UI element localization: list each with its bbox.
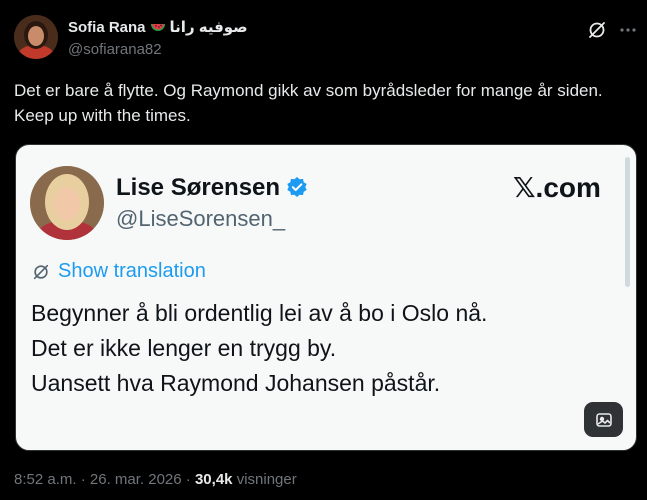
more-options-icon[interactable] (618, 20, 638, 40)
grok-image-icon (595, 412, 612, 427)
verified-badge-icon (286, 176, 308, 205)
embedded-avatar (30, 166, 104, 240)
embedded-tweet-text: Begynner å bli ordentlig lei av å bo i O… (31, 296, 621, 401)
post-date[interactable]: 26. mar. 2026 (90, 471, 182, 488)
views-label: visninger (236, 471, 297, 488)
post-meta: 8:52 a.m. · 26. mar. 2026 · 30,4k visnin… (14, 471, 297, 488)
meta-separator: · (185, 471, 191, 488)
embedded-name-row: Lise Sørensen (116, 174, 308, 205)
post-text: Det er bare å flytte. Og Raymond gikk av… (14, 81, 603, 125)
author-avatar[interactable] (14, 15, 58, 59)
views-count: 30,4k (194, 471, 233, 488)
embedded-name: Lise Sørensen (116, 174, 281, 201)
author-name-row[interactable]: Sofia Rana صوفيه رانا (68, 18, 248, 38)
embedded-line: Begynner å bli ordentlig lei av å bo i O… (31, 300, 488, 326)
meta-separator: · (80, 471, 86, 488)
author-name-arabic: صوفيه رانا (169, 19, 248, 36)
embedded-line: Uansett hva Raymond Johansen påstår. (31, 370, 441, 396)
author-handle[interactable]: @sofiarana82 (68, 41, 162, 58)
embedded-line: Det er ikke lenger en trygg by. (31, 335, 337, 361)
embedded-scrollbar (625, 157, 630, 287)
embedded-image-card[interactable]: Lise Sørensen @LiseSorensen_ 𝕏.com Show … (15, 144, 637, 451)
show-translation-link: Show translation (32, 260, 206, 283)
x-logo: 𝕏.com (513, 172, 601, 203)
translate-icon (33, 264, 49, 279)
embedded-handle: @LiseSorensen_ (116, 206, 286, 231)
post-time[interactable]: 8:52 a.m. (14, 471, 77, 488)
watermelon-icon (150, 18, 166, 38)
grok-icon[interactable] (587, 20, 607, 40)
show-translation-label: Show translation (58, 260, 206, 282)
author-name[interactable]: Sofia Rana (68, 19, 146, 36)
image-grok-button[interactable] (584, 402, 623, 437)
